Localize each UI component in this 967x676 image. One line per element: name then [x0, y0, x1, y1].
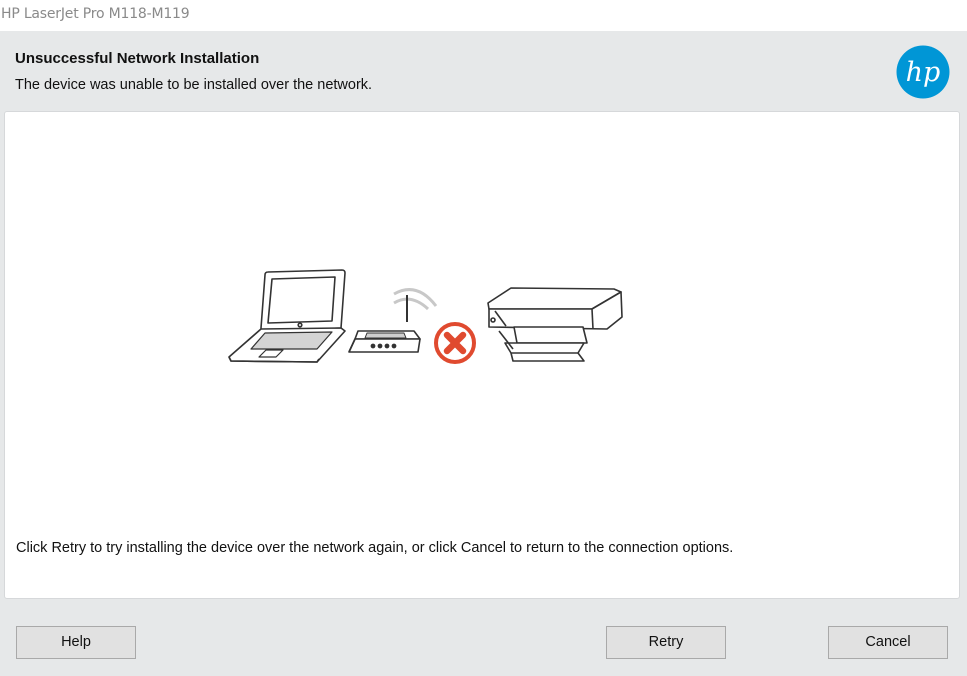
window-title: HP LaserJet Pro M118-M119	[1, 6, 190, 22]
laptop-icon	[228, 269, 346, 363]
instruction-text: Click Retry to try installing the device…	[16, 540, 734, 556]
retry-button[interactable]: Retry	[606, 626, 726, 659]
header: Unsuccessful Network Installation The de…	[0, 31, 967, 109]
content-panel: Click Retry to try installing the device…	[4, 111, 960, 599]
printer-icon	[487, 287, 623, 362]
hp-logo: hp	[896, 45, 950, 99]
cancel-button[interactable]: Cancel	[828, 626, 948, 659]
installer-window: HP LaserJet Pro M118-M119 Unsuccessful N…	[0, 0, 967, 676]
page-title: Unsuccessful Network Installation	[15, 50, 260, 67]
hp-logo-text: hp	[906, 57, 941, 88]
wireless-router-icon	[348, 288, 438, 353]
error-x-icon	[434, 322, 476, 364]
help-button[interactable]: Help	[16, 626, 136, 659]
page-subtitle: The device was unable to be installed ov…	[15, 77, 373, 93]
title-bar: HP LaserJet Pro M118-M119	[0, 0, 967, 31]
network-failure-illustration	[228, 269, 623, 364]
